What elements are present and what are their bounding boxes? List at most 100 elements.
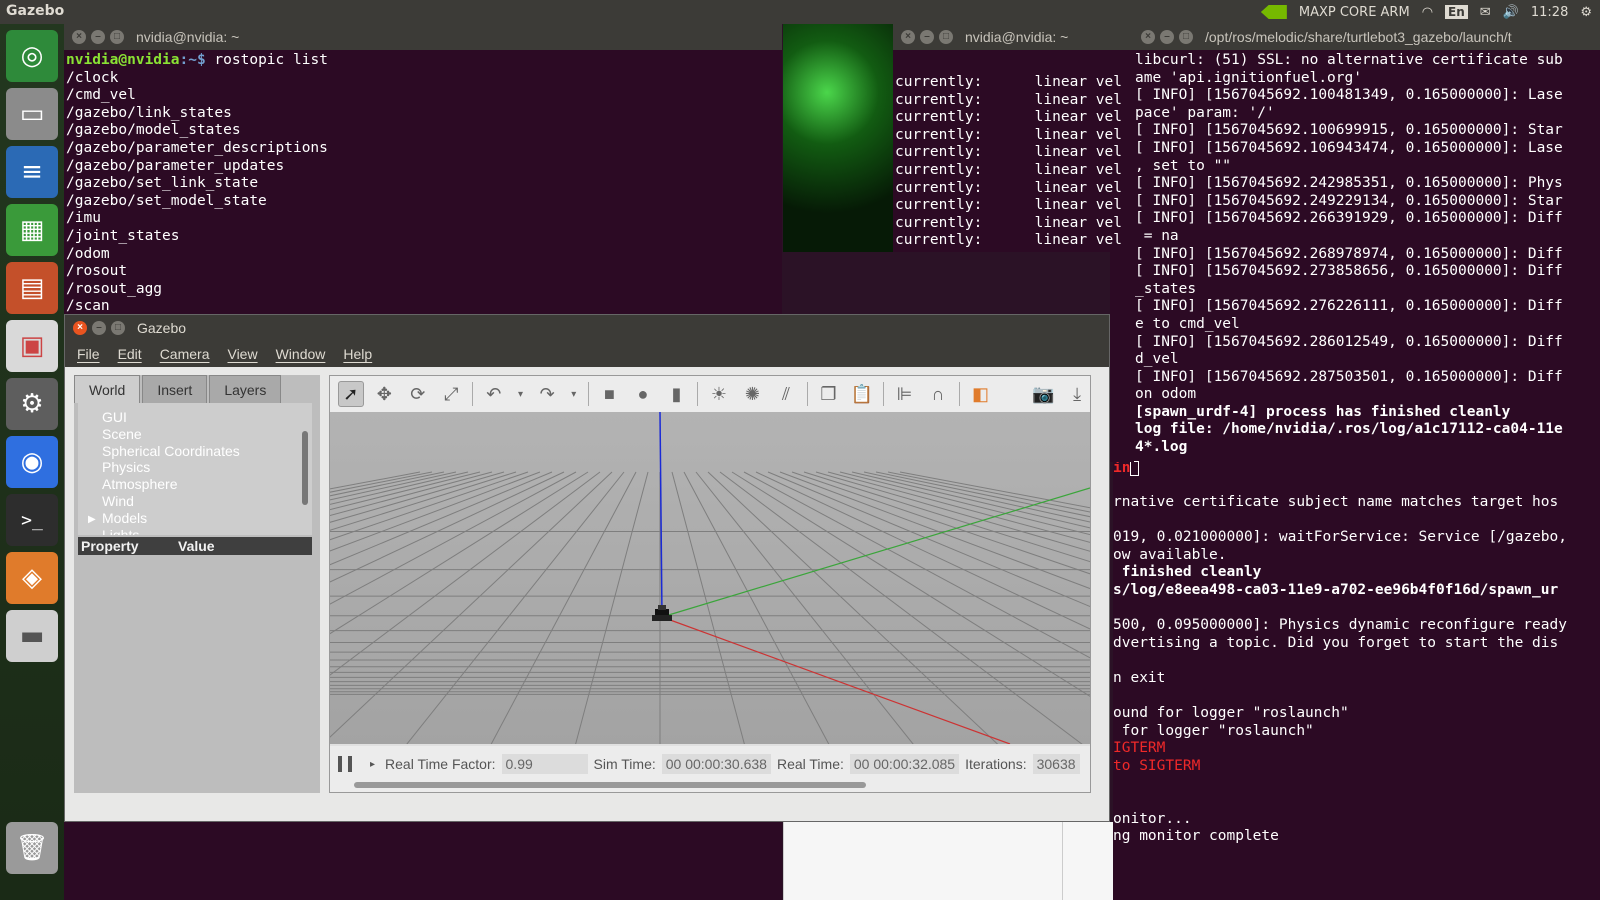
terminal-line: ng monitor complete	[1113, 828, 1279, 845]
terminal-line: /gazebo/parameter_updates	[66, 157, 285, 174]
3d-viewport[interactable]	[330, 412, 1090, 744]
undo-icon[interactable]: ↶	[481, 381, 507, 407]
close-icon[interactable]: ×	[72, 30, 86, 44]
calc-icon[interactable]: ▦	[6, 204, 58, 256]
volume-icon[interactable]: 🔊	[1503, 5, 1519, 20]
mail-icon[interactable]: ✉	[1480, 5, 1491, 20]
terminal-line: ow available.	[1113, 546, 1227, 563]
gazebo-titlebar[interactable]: × – □ Gazebo	[65, 315, 1109, 341]
tree-item-wind[interactable]: Wind	[102, 493, 312, 510]
drive-icon[interactable]: ▬	[6, 610, 58, 662]
terminal-line: [ INFO] [1567045692.100699915, 0.1650000…	[1135, 122, 1563, 139]
trash-icon[interactable]: 🗑	[6, 822, 58, 874]
pause-icon[interactable]	[338, 756, 352, 772]
tree-item-scene[interactable]: Scene	[102, 426, 312, 443]
sphere-shape-icon[interactable]: ●	[630, 381, 656, 407]
chromium-icon[interactable]: ◉	[6, 436, 58, 488]
point-light-icon[interactable]: ☀	[706, 381, 732, 407]
close-icon[interactable]: ×	[901, 30, 915, 44]
terminal-window-background[interactable]: in rnative certificate subject name matc…	[1113, 460, 1600, 900]
settings-icon[interactable]: ⚙	[6, 378, 58, 430]
screenshot-camera-icon[interactable]: 📷	[1031, 381, 1057, 407]
impress-icon[interactable]: ▤	[6, 262, 58, 314]
menu-view[interactable]: View	[227, 346, 257, 362]
terminal-titlebar[interactable]: × – □ /opt/ros/melodic/share/turtlebot3_…	[1133, 24, 1600, 50]
writer-icon[interactable]: ≡	[6, 146, 58, 198]
directional-light-icon[interactable]: ⫽	[773, 381, 799, 407]
box-shape-icon[interactable]: ■	[597, 381, 623, 407]
tree-item-atmosphere[interactable]: Atmosphere	[102, 476, 312, 493]
scale-mode-icon[interactable]: ⤢	[439, 381, 465, 407]
iterations-label: Iterations:	[965, 756, 1027, 772]
redo-history-chevron-icon[interactable]: ▾	[568, 381, 580, 407]
maximize-icon[interactable]: □	[939, 30, 953, 44]
snap-icon[interactable]: ∩	[925, 381, 951, 407]
tab-insert[interactable]: Insert	[142, 375, 208, 403]
menu-camera[interactable]: Camera	[160, 346, 210, 362]
minimize-icon[interactable]: –	[920, 30, 934, 44]
align-icon[interactable]: ⊫	[892, 381, 918, 407]
redo-icon[interactable]: ↷	[534, 381, 560, 407]
minimize-icon[interactable]: –	[92, 321, 106, 335]
maximize-icon[interactable]: □	[110, 30, 124, 44]
minimize-icon[interactable]: –	[91, 30, 105, 44]
terminal-line: currently: linear vel	[895, 214, 1122, 231]
close-icon[interactable]: ×	[1141, 30, 1155, 44]
translate-mode-icon[interactable]: ✥	[372, 381, 398, 407]
maximize-icon[interactable]: □	[1179, 30, 1193, 44]
terminal-line: currently: linear vel	[895, 161, 1122, 178]
view-angle-icon[interactable]: ◧	[968, 381, 994, 407]
time-panel-scrollbar[interactable]	[354, 782, 866, 788]
copy-icon[interactable]: ❐	[816, 381, 842, 407]
keyboard-layout-indicator[interactable]: En	[1445, 5, 1468, 19]
terminal-line: [ INFO] [1567045692.273858656, 0.1650000…	[1135, 263, 1563, 280]
terminal-window-rostopic[interactable]: × – □ nvidia@nvidia: ~ nvidia@nvidia:~$ …	[64, 24, 782, 320]
paste-icon[interactable]: 📋	[849, 381, 875, 407]
gear-icon[interactable]: ⚙	[1580, 5, 1592, 20]
toolbar-separator	[697, 382, 699, 406]
prompt-path: :~$	[179, 52, 206, 68]
tab-world[interactable]: World	[74, 375, 141, 403]
spot-light-icon[interactable]: ✺	[740, 381, 766, 407]
undo-history-chevron-icon[interactable]: ▾	[515, 381, 527, 407]
cylinder-shape-icon[interactable]: ▮	[664, 381, 690, 407]
rotate-mode-icon[interactable]: ⟳	[405, 381, 431, 407]
tab-layers[interactable]: Layers	[209, 375, 282, 403]
tree-item-models[interactable]: Models	[102, 510, 147, 526]
real-time-label: Real Time:	[776, 756, 844, 772]
value-column-header: Value	[178, 538, 215, 554]
menu-edit[interactable]: Edit	[118, 346, 142, 362]
tree-scrollbar[interactable]	[302, 431, 308, 505]
menu-file[interactable]: File	[77, 346, 100, 362]
menu-window[interactable]: Window	[276, 346, 326, 362]
menu-help[interactable]: Help	[343, 346, 372, 362]
gazebo-icon[interactable]: ◈	[6, 552, 58, 604]
nvidia-icon[interactable]	[1260, 5, 1287, 19]
clock[interactable]: 11:28	[1531, 5, 1568, 20]
select-mode-icon[interactable]: ➚	[338, 381, 364, 407]
step-icon[interactable]: ▸	[370, 759, 375, 770]
terminal-titlebar[interactable]: × – □ nvidia@nvidia: ~	[64, 24, 782, 50]
gazebo-window[interactable]: × – □ Gazebo File Edit Camera View Windo…	[64, 314, 1110, 822]
files-icon[interactable]: ▭	[6, 88, 58, 140]
terminal-line: IGTERM	[1113, 740, 1166, 757]
maximize-icon[interactable]: □	[111, 321, 125, 335]
terminal-window-gazebo-launch[interactable]: × – □ /opt/ros/melodic/share/turtlebot3_…	[1133, 24, 1600, 466]
dash-icon[interactable]: ◎	[6, 30, 58, 82]
log-record-icon[interactable]: ⤓	[1064, 381, 1090, 407]
terminal-icon[interactable]: >_	[6, 494, 58, 546]
terminal-window-teleop[interactable]: × – □ nvidia@nvidia: ~ currently: linear…	[893, 24, 1133, 252]
wifi-icon[interactable]: ◠	[1422, 5, 1433, 20]
terminal-titlebar[interactable]: × – □ nvidia@nvidia: ~	[893, 24, 1133, 50]
tree-item-lights[interactable]: Lights	[102, 527, 139, 535]
tree-item-gui[interactable]: GUI	[102, 409, 312, 426]
terminal-bottom-strip	[64, 822, 782, 900]
tree-item-physics[interactable]: Physics	[102, 459, 312, 476]
terminal-line: libcurl: (51) SSL: no alternative certif…	[1135, 52, 1563, 68]
tree-item-spherical-coordinates[interactable]: Spherical Coordinates	[102, 443, 312, 460]
expand-arrow-icon[interactable]: ▶	[88, 512, 96, 529]
close-icon[interactable]: ×	[73, 321, 87, 335]
software-center-icon[interactable]: ▣	[6, 320, 58, 372]
power-mode-indicator[interactable]: MAXP CORE ARM	[1299, 5, 1410, 20]
minimize-icon[interactable]: –	[1160, 30, 1174, 44]
